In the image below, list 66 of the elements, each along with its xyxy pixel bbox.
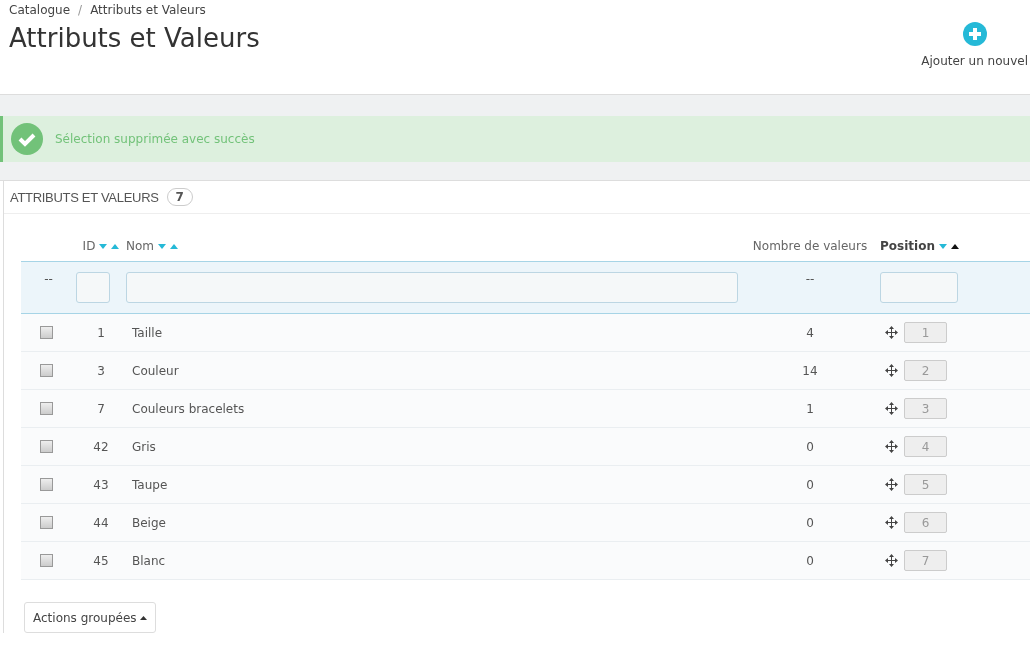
name-cell-text: Gris: [131, 439, 156, 454]
row-checkbox[interactable]: [40, 402, 53, 415]
position-value: 7: [904, 550, 947, 571]
position-value: 4: [904, 436, 947, 457]
name-cell-text: Couleurs bracelets: [131, 401, 245, 416]
position-value: 3: [904, 398, 947, 419]
name-cell-text: Couleur: [131, 363, 179, 378]
count-cell: 1: [806, 401, 814, 416]
position-value: 6: [904, 512, 947, 533]
position-value: 2: [904, 360, 947, 381]
row-checkbox[interactable]: [40, 364, 53, 377]
breadcrumb-link[interactable]: Catalogue: [9, 3, 71, 17]
column-header: Position: [880, 239, 935, 253]
name-cell-text: Blanc: [131, 553, 166, 568]
name-filter-field[interactable]: [126, 272, 738, 303]
breadcrumb-link[interactable]: Attributs et Valeurs: [90, 3, 206, 17]
page-title: Attributs et Valeurs: [9, 23, 260, 53]
plus-circle-icon: [962, 22, 987, 46]
id-cell: 42: [93, 439, 109, 454]
column-header: ID: [82, 239, 96, 253]
empty-filter-dash: --: [44, 272, 53, 286]
drag-handle-icon[interactable]: [885, 326, 898, 339]
id-cell: 3: [97, 363, 105, 378]
id-cell: 43: [93, 477, 109, 492]
check-circle-icon: [11, 123, 43, 155]
id-filter-field[interactable]: [76, 272, 110, 303]
count-cell: 4: [806, 325, 814, 340]
id-cell: 7: [97, 401, 105, 416]
breadcrumb-separator: /: [78, 3, 83, 17]
drag-handle-icon[interactable]: [885, 440, 898, 453]
sort-up-icon[interactable]: [950, 243, 959, 249]
count-cell: 0: [806, 553, 814, 568]
add-new-button[interactable]: Ajouter un nouvel: [921, 22, 1028, 94]
name-cell-text: Taille: [131, 325, 163, 340]
panel-title: ATTRIBUTS ET VALEURS: [10, 189, 159, 205]
column-header: Nom: [126, 239, 154, 253]
empty-filter-dash: --: [805, 272, 815, 286]
row-checkbox[interactable]: [40, 554, 53, 567]
count-cell: 14: [802, 363, 818, 378]
position-value: 1: [904, 322, 947, 343]
drag-handle-icon[interactable]: [885, 554, 898, 567]
id-cell: 1: [97, 325, 105, 340]
drag-handle-icon[interactable]: [885, 402, 898, 415]
bulk-actions-button[interactable]: Actions groupées: [24, 602, 156, 633]
row-checkbox[interactable]: [40, 478, 53, 491]
count-cell: 0: [806, 515, 814, 530]
column-header: Nombre de valeurs: [752, 239, 868, 253]
row-checkbox[interactable]: [40, 516, 53, 529]
row-checkbox[interactable]: [40, 326, 53, 339]
position-value: 5: [904, 474, 947, 495]
count-cell: 0: [806, 477, 814, 492]
alert-message: Sélection supprimée avec succès: [55, 132, 255, 146]
name-cell-text: Taupe: [131, 477, 168, 492]
id-cell: 45: [93, 553, 109, 568]
sort-down-icon[interactable]: [938, 243, 947, 249]
name-cell-text: Beige: [131, 515, 166, 530]
row-checkbox[interactable]: [40, 440, 53, 453]
drag-handle-icon[interactable]: [885, 364, 898, 377]
sort-down-icon[interactable]: [99, 243, 108, 249]
sort-down-icon[interactable]: [158, 243, 166, 249]
id-cell: 44: [93, 515, 109, 530]
caret-icon: [139, 615, 147, 620]
count-cell: 0: [806, 439, 814, 454]
position-filter-field[interactable]: [880, 272, 958, 303]
drag-handle-icon[interactable]: [885, 478, 898, 491]
drag-handle-icon[interactable]: [885, 516, 898, 529]
